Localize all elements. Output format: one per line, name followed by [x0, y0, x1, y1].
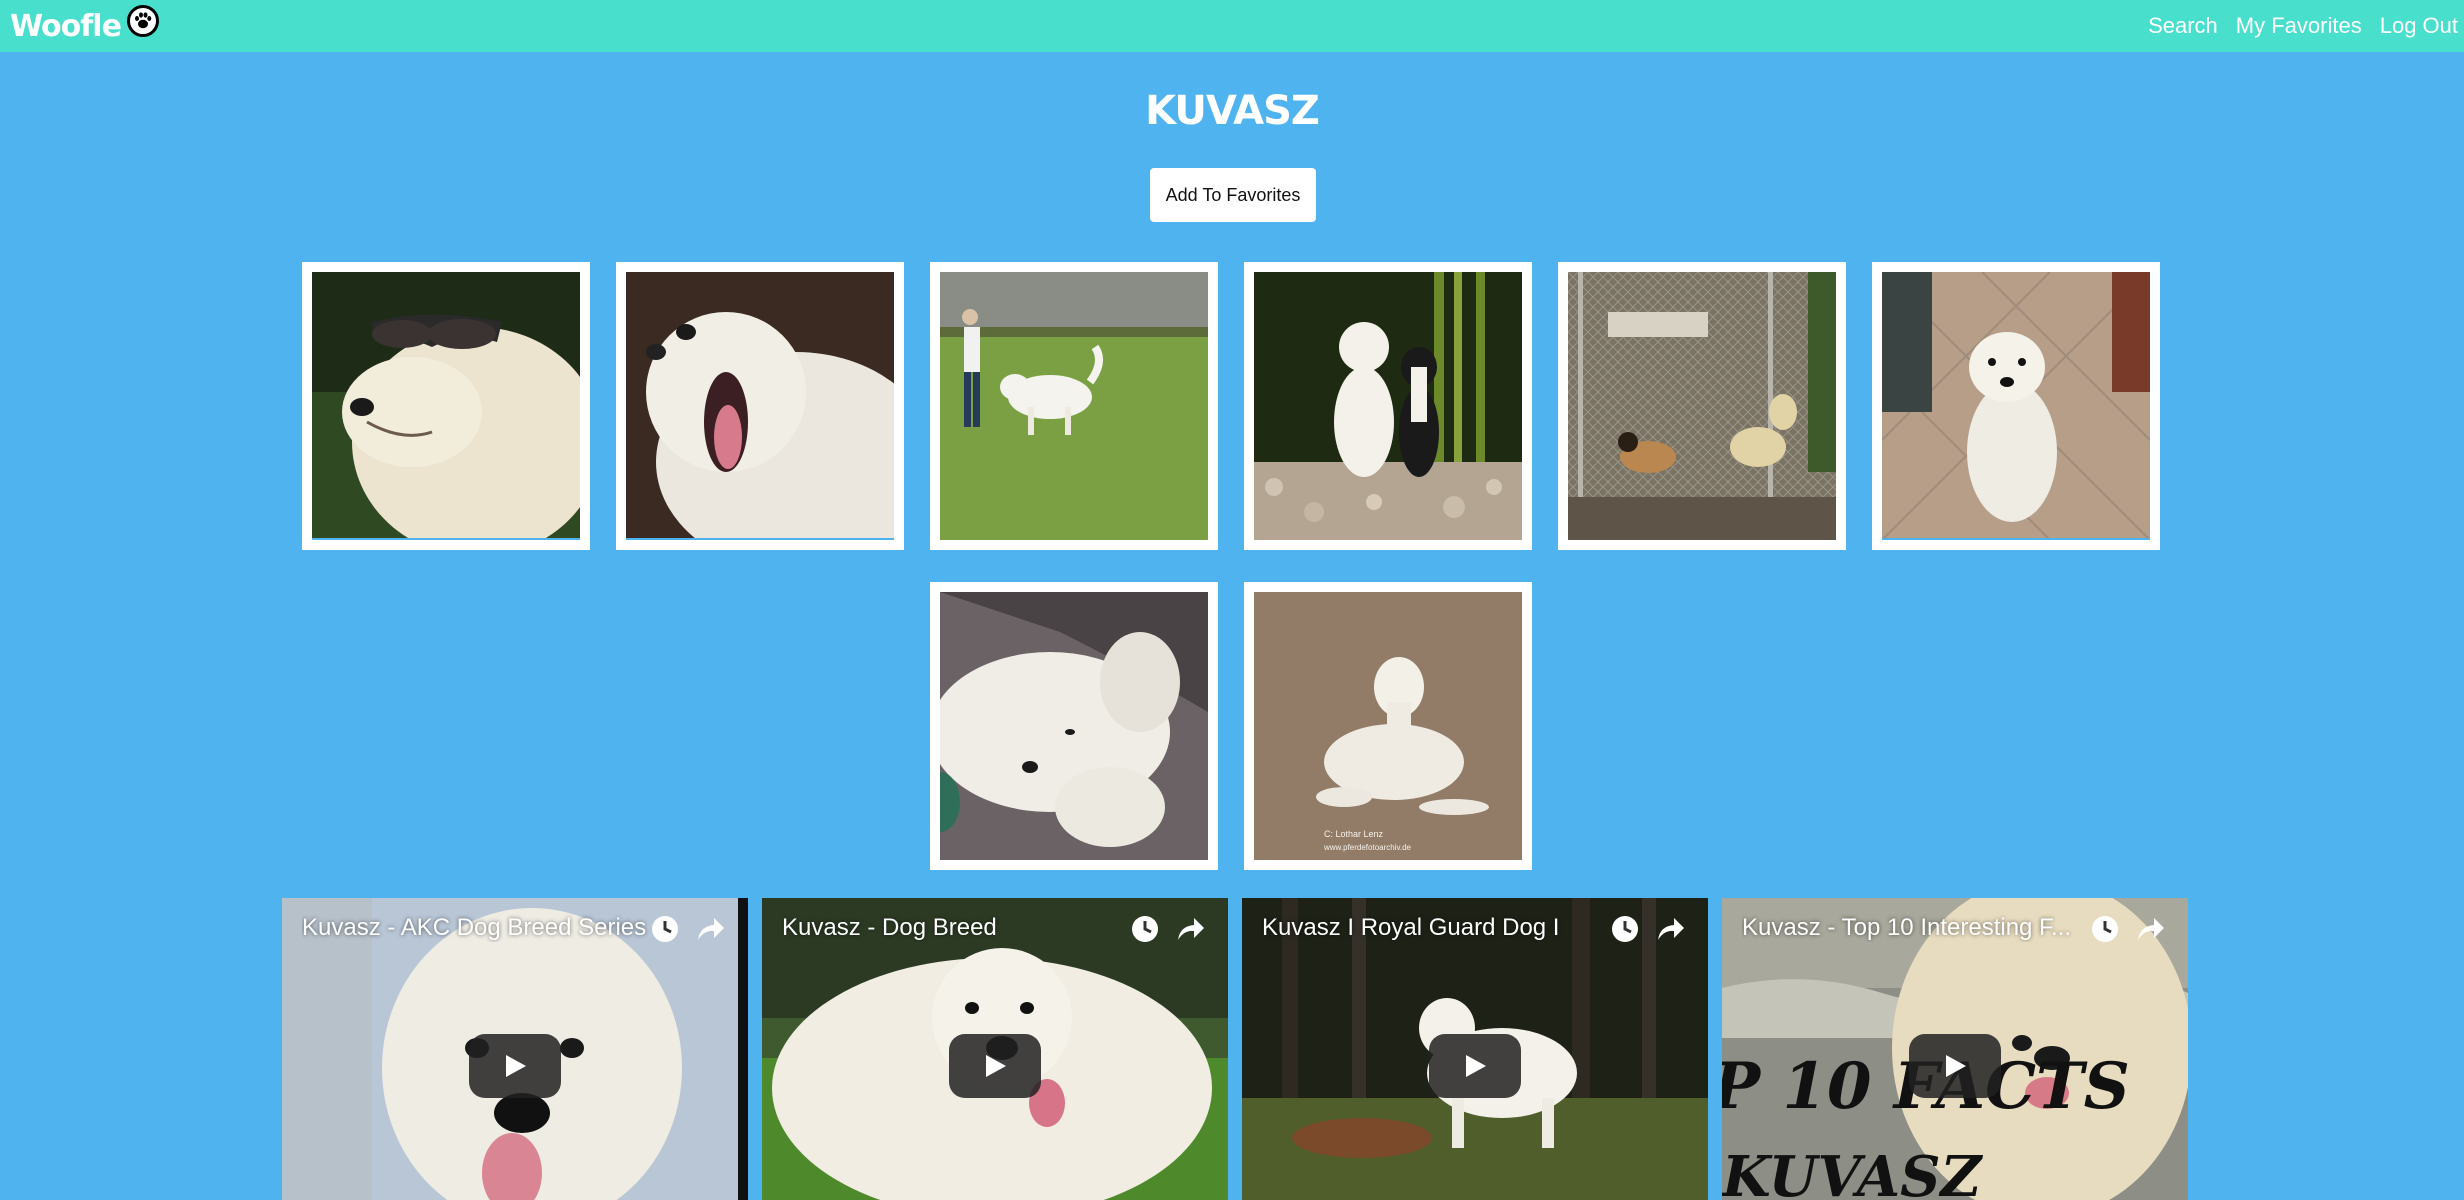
video-title[interactable]: Kuvasz - AKC Dog Breed Series	[302, 914, 662, 942]
video-embed-4[interactable]: P 10 FACTS KUVASZ Kuvasz - Top 10 Intere…	[1722, 898, 2188, 1200]
share-icon[interactable]	[2134, 914, 2166, 944]
video-embed-3[interactable]: Kuvasz I Royal Guard Dog I	[1242, 898, 1708, 1200]
dog-photo-8[interactable]: C: Lothar Lenz www.pferdefotoarchiv.de	[1244, 582, 1532, 870]
play-button[interactable]	[1909, 1034, 2001, 1098]
dog-photo-5[interactable]	[1558, 262, 1846, 550]
watch-later-icon[interactable]	[1130, 914, 1160, 944]
brand-logo[interactable]: Woofle	[10, 5, 159, 44]
dog-photo-7[interactable]	[930, 582, 1218, 870]
dog-photo-image	[940, 592, 1208, 860]
video-title[interactable]: Kuvasz I Royal Guard Dog I	[1262, 914, 1622, 942]
dog-photo-3[interactable]	[930, 262, 1218, 550]
dog-photo-4[interactable]	[1244, 262, 1532, 550]
dog-photo-1[interactable]	[302, 262, 590, 550]
brand-name: Woofle	[10, 8, 122, 44]
watermark-text-2: www.pferdefotoarchiv.de	[1323, 843, 1412, 852]
play-icon	[1946, 1055, 1966, 1077]
thumbnail-overlay-text-2: KUVASZ	[1722, 1144, 1984, 1200]
video-embed-1[interactable]: Kuvasz - AKC Dog Breed Series	[282, 898, 748, 1200]
navbar: Woofle Search My Favorites Log Out	[0, 0, 2464, 52]
dog-photo-image	[940, 272, 1208, 540]
play-icon	[506, 1055, 526, 1077]
dog-photo-2[interactable]	[616, 262, 904, 550]
nav-log-out-link[interactable]: Log Out	[2380, 13, 2458, 39]
share-icon[interactable]	[1174, 914, 1206, 944]
dog-photo-image	[1568, 272, 1836, 540]
paw-icon	[126, 5, 159, 37]
dog-photo-6[interactable]	[1872, 262, 2160, 550]
video-embed-2[interactable]: Kuvasz - Dog Breed	[762, 898, 1228, 1200]
breed-title: KUVASZ	[1145, 88, 1320, 134]
nav-links: Search My Favorites Log Out	[2130, 13, 2458, 39]
video-title[interactable]: Kuvasz - Dog Breed	[782, 914, 1142, 942]
watermark-text-1: C: Lothar Lenz	[1324, 829, 1384, 839]
play-button[interactable]	[949, 1034, 1041, 1098]
play-button[interactable]	[1429, 1034, 1521, 1098]
nav-my-favorites-link[interactable]: My Favorites	[2236, 13, 2362, 39]
play-button[interactable]	[469, 1034, 561, 1098]
play-icon	[1466, 1055, 1486, 1077]
add-to-favorites-button[interactable]: Add To Favorites	[1150, 168, 1316, 222]
dog-photo-image	[1254, 272, 1522, 540]
watch-later-icon[interactable]	[2090, 914, 2120, 944]
play-icon	[986, 1055, 1006, 1077]
dog-photo-image	[312, 272, 580, 540]
nav-search-link[interactable]: Search	[2148, 13, 2218, 39]
dog-photo-image	[626, 272, 894, 540]
share-icon[interactable]	[694, 914, 726, 944]
share-icon[interactable]	[1654, 914, 1686, 944]
dog-photo-image	[1882, 272, 2150, 540]
dog-photo-image: C: Lothar Lenz www.pferdefotoarchiv.de	[1254, 592, 1522, 860]
watch-later-icon[interactable]	[1610, 914, 1640, 944]
watch-later-icon[interactable]	[650, 914, 680, 944]
video-title[interactable]: Kuvasz - Top 10 Interesting F...	[1742, 914, 2102, 942]
